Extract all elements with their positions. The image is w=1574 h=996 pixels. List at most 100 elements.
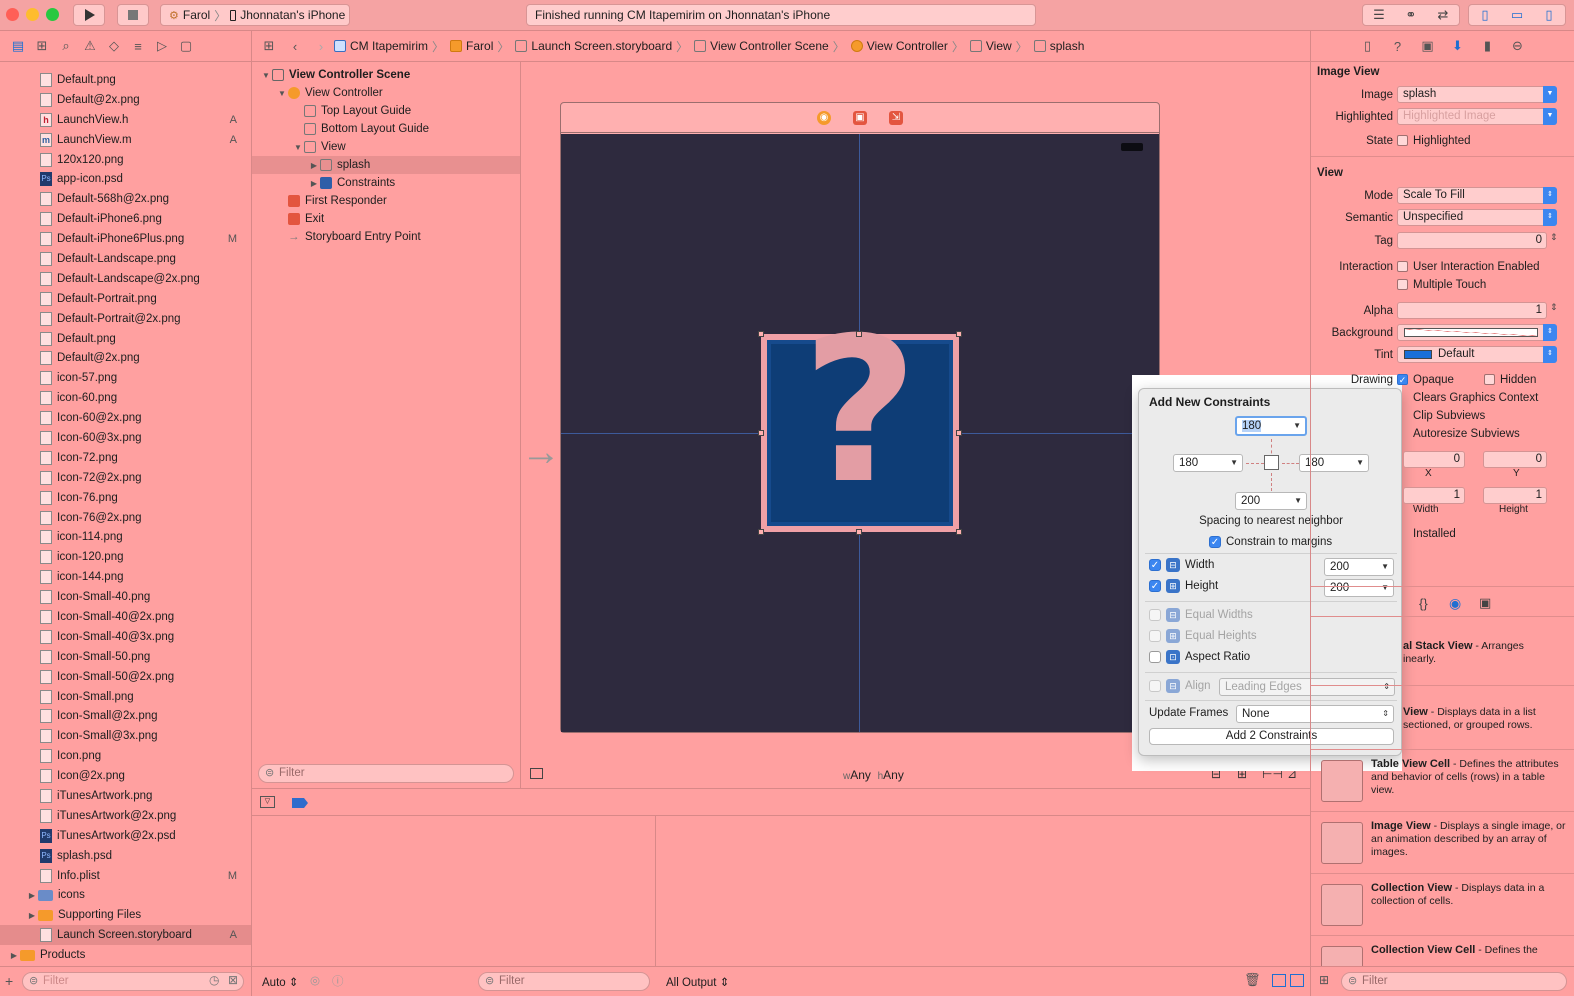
forward-icon[interactable]: › [308, 39, 334, 54]
zoom-window-button[interactable] [46, 8, 59, 21]
back-icon[interactable]: ‹ [282, 39, 308, 54]
right-constraint-strut[interactable] [1282, 463, 1299, 464]
splash-image-view[interactable]: ? [761, 312, 959, 532]
image-combo[interactable]: splash ▼ [1397, 86, 1557, 103]
library-item-stack-view[interactable]: al Stack View - Arranges inearly. [1311, 634, 1574, 686]
disclosure-open-icon[interactable]: ▼ [292, 143, 304, 152]
alpha-stepper[interactable]: 1 [1397, 302, 1547, 319]
left-spacing-field[interactable]: 180 ▼ [1173, 454, 1243, 472]
breakpoints-toggle-icon[interactable] [292, 798, 308, 808]
opaque-checkbox[interactable]: ✓ [1397, 374, 1408, 385]
stepper-icon[interactable]: ⇕ [1550, 302, 1558, 313]
test-navigator-icon[interactable]: ◇ [102, 38, 126, 54]
disclosure-closed-icon[interactable]: ▶ [308, 161, 320, 170]
semantic-select[interactable]: Unspecified ⇕ [1397, 209, 1557, 226]
file-item[interactable]: ▶ icons [0, 886, 251, 906]
resize-handle[interactable] [758, 529, 764, 535]
file-item[interactable]: Icon-Small-40.png [0, 587, 251, 607]
tint-color-well[interactable]: Default ⇕ [1397, 346, 1557, 363]
file-item[interactable]: Ps iTunesArtwork@2x.psd [0, 826, 251, 846]
stretch-y-field[interactable]: 0 [1483, 451, 1547, 468]
file-item[interactable]: icon-114.png [0, 527, 251, 547]
hide-debug-area-icon[interactable]: ▽ [260, 796, 275, 808]
file-item[interactable]: Icon-60@3x.png [0, 428, 251, 448]
resize-handle[interactable] [856, 529, 862, 535]
breadcrumb-view[interactable]: View [969, 39, 1012, 53]
project-navigator-icon[interactable]: ▤ [6, 38, 30, 54]
file-item[interactable]: Icon-72.png [0, 448, 251, 468]
library-filter-input[interactable]: Filter [1341, 972, 1567, 991]
resize-handle[interactable] [956, 430, 962, 436]
file-item[interactable]: Icon-76@2x.png [0, 508, 251, 528]
variables-scope-select[interactable]: Auto ⇕ [262, 975, 299, 989]
outline-toggle-icon[interactable] [530, 768, 543, 779]
resize-handle[interactable] [758, 331, 764, 337]
file-item[interactable]: Icon-Small@2x.png [0, 707, 251, 727]
chevron-down-icon[interactable]: ▼ [1543, 86, 1557, 103]
recent-files-icon[interactable]: ◷ [209, 973, 219, 987]
file-item[interactable]: ▶ Supporting Files [0, 905, 251, 925]
editor-mode-control[interactable]: ☰ ⚭ ⇄ [1362, 4, 1460, 26]
file-item[interactable]: Icon-Small-50.png [0, 647, 251, 667]
root-view[interactable]: ? [561, 134, 1159, 732]
related-items-icon[interactable]: ⊞ [256, 38, 282, 54]
stretch-width-field[interactable]: 1 [1403, 487, 1465, 504]
disclosure-closed-icon[interactable]: ▶ [26, 911, 38, 920]
trash-icon[interactable]: 🗑 [1244, 972, 1261, 988]
navigator-toggle-icon[interactable]: ▯ [1469, 5, 1501, 25]
chevron-down-icon[interactable]: ▼ [1293, 418, 1301, 434]
disclosure-closed-icon[interactable]: ▶ [26, 891, 38, 900]
equal-widths-checkbox[interactable] [1149, 609, 1161, 621]
size-inspector-icon[interactable]: ▮ [1479, 38, 1497, 54]
scheme-selector[interactable]: ⚙ Farol 〉 Jhonnatan's iPhone [160, 4, 350, 26]
media-library-icon[interactable]: ▣ [1479, 595, 1491, 611]
disclosure-open-icon[interactable]: ▼ [276, 89, 288, 98]
library-item-image-view[interactable]: Image View - Displays a single image, or… [1311, 812, 1574, 874]
file-item[interactable]: icon-60.png [0, 388, 251, 408]
close-window-button[interactable] [6, 8, 19, 21]
file-item[interactable]: Info.plist M [0, 866, 251, 886]
quick-help-icon[interactable]: ? [1389, 39, 1407, 54]
object-library-selected-icon[interactable]: ◉ [1449, 595, 1461, 612]
bottom-spacing-field[interactable]: 200 ▼ [1235, 492, 1307, 510]
minimize-window-button[interactable] [26, 8, 39, 21]
left-constraint-strut[interactable] [1246, 463, 1264, 464]
outline-filter-input[interactable]: Filter [258, 764, 514, 783]
file-item[interactable]: Icon.png [0, 746, 251, 766]
utilities-toggle-icon[interactable]: ▯ [1533, 5, 1565, 25]
stop-button[interactable] [117, 4, 149, 26]
file-item[interactable]: Default-iPhone6Plus.png M [0, 229, 251, 249]
console-output-select[interactable]: All Output ⇕ [666, 975, 729, 989]
eye-icon[interactable]: ◎ [310, 973, 320, 987]
file-item[interactable]: Default-Portrait.png [0, 289, 251, 309]
exit-icon[interactable]: ⇲ [889, 110, 903, 125]
library-item-collection-view-cell[interactable]: Collection View Cell - Defines the [1311, 936, 1574, 966]
equal-heights-checkbox[interactable] [1149, 630, 1161, 642]
file-item[interactable]: Default-568h@2x.png [0, 189, 251, 209]
breadcrumb-group[interactable]: Farol [450, 39, 493, 53]
file-item[interactable]: icon-57.png [0, 368, 251, 388]
breadcrumb-scene[interactable]: View Controller Scene [694, 39, 829, 53]
disclosure-closed-icon[interactable]: ▶ [308, 179, 320, 188]
library-item-table-view[interactable]: View - Displays data in a list sectioned,… [1311, 686, 1574, 750]
version-editor-icon[interactable]: ⇄ [1427, 5, 1459, 25]
file-item[interactable]: Default-Landscape.png [0, 249, 251, 269]
width-checkbox[interactable]: ✓ [1149, 559, 1161, 571]
file-item[interactable]: Default@2x.png [0, 348, 251, 368]
resize-handle[interactable] [758, 430, 764, 436]
attributes-inspector-icon[interactable]: ⬇ [1449, 38, 1467, 54]
view-controller-scene[interactable]: ◉ ▣ ⇲ ? [560, 102, 1160, 733]
file-item[interactable]: Default.png [0, 70, 251, 90]
align-checkbox[interactable] [1149, 680, 1161, 692]
outline-view[interactable]: ▼ View [252, 138, 520, 156]
file-item[interactable]: Icon-Small@3x.png [0, 726, 251, 746]
file-item[interactable]: icon-144.png [0, 567, 251, 587]
top-spacing-field[interactable]: 180 ▼ [1235, 416, 1307, 436]
file-item[interactable]: icon-120.png [0, 547, 251, 567]
file-item[interactable]: Ps app-icon.psd [0, 169, 251, 189]
file-item[interactable]: h LaunchView.h A [0, 110, 251, 130]
file-item[interactable]: m LaunchView.m A [0, 130, 251, 150]
breadcrumb-splash[interactable]: splash [1033, 39, 1084, 53]
stretch-height-field[interactable]: 1 [1483, 487, 1547, 504]
library-item-table-view-cell[interactable]: Table View Cell - Defines the attributes… [1311, 750, 1574, 812]
